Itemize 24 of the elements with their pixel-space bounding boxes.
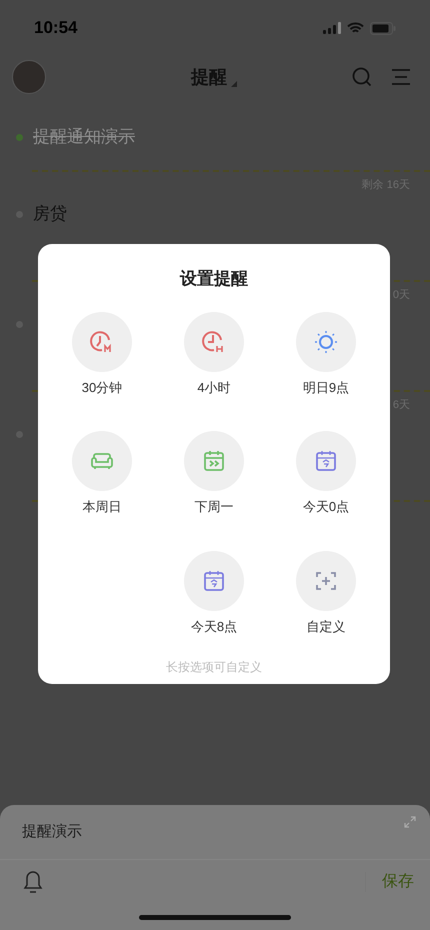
- reminder-option[interactable]: 本周日: [46, 431, 158, 516]
- reminder-option[interactable]: 明日9点: [270, 312, 382, 397]
- caret-icon[interactable]: [231, 80, 237, 86]
- signal-icon: [323, 22, 341, 34]
- calendar-icon: [201, 448, 227, 474]
- reminder-option[interactable]: 4小时: [158, 312, 270, 397]
- battery-icon: [370, 22, 396, 34]
- dialog-title: 设置提醒: [180, 268, 248, 290]
- editor-text[interactable]: 提醒演示: [22, 820, 82, 844]
- dialog-hint: 长按选项可自定义: [166, 659, 262, 676]
- search-icon[interactable]: [352, 67, 372, 87]
- expand-icon[interactable]: [404, 816, 416, 828]
- wifi-icon: [347, 22, 364, 34]
- status-time: 10:54: [34, 17, 78, 40]
- reminder-option[interactable]: 自定义: [270, 550, 382, 636]
- reminder-option[interactable]: 30分钟: [46, 312, 158, 397]
- avatar[interactable]: [12, 60, 46, 94]
- reminder-option[interactable]: 今天8点: [158, 550, 270, 636]
- bell-icon[interactable]: [22, 870, 44, 894]
- menu-icon[interactable]: [392, 69, 410, 85]
- calendar-icon: [313, 448, 339, 474]
- reminder-option[interactable]: 今天0点: [270, 431, 382, 516]
- reminder-option[interactable]: 下周一: [158, 431, 270, 516]
- sun-icon: [313, 328, 339, 354]
